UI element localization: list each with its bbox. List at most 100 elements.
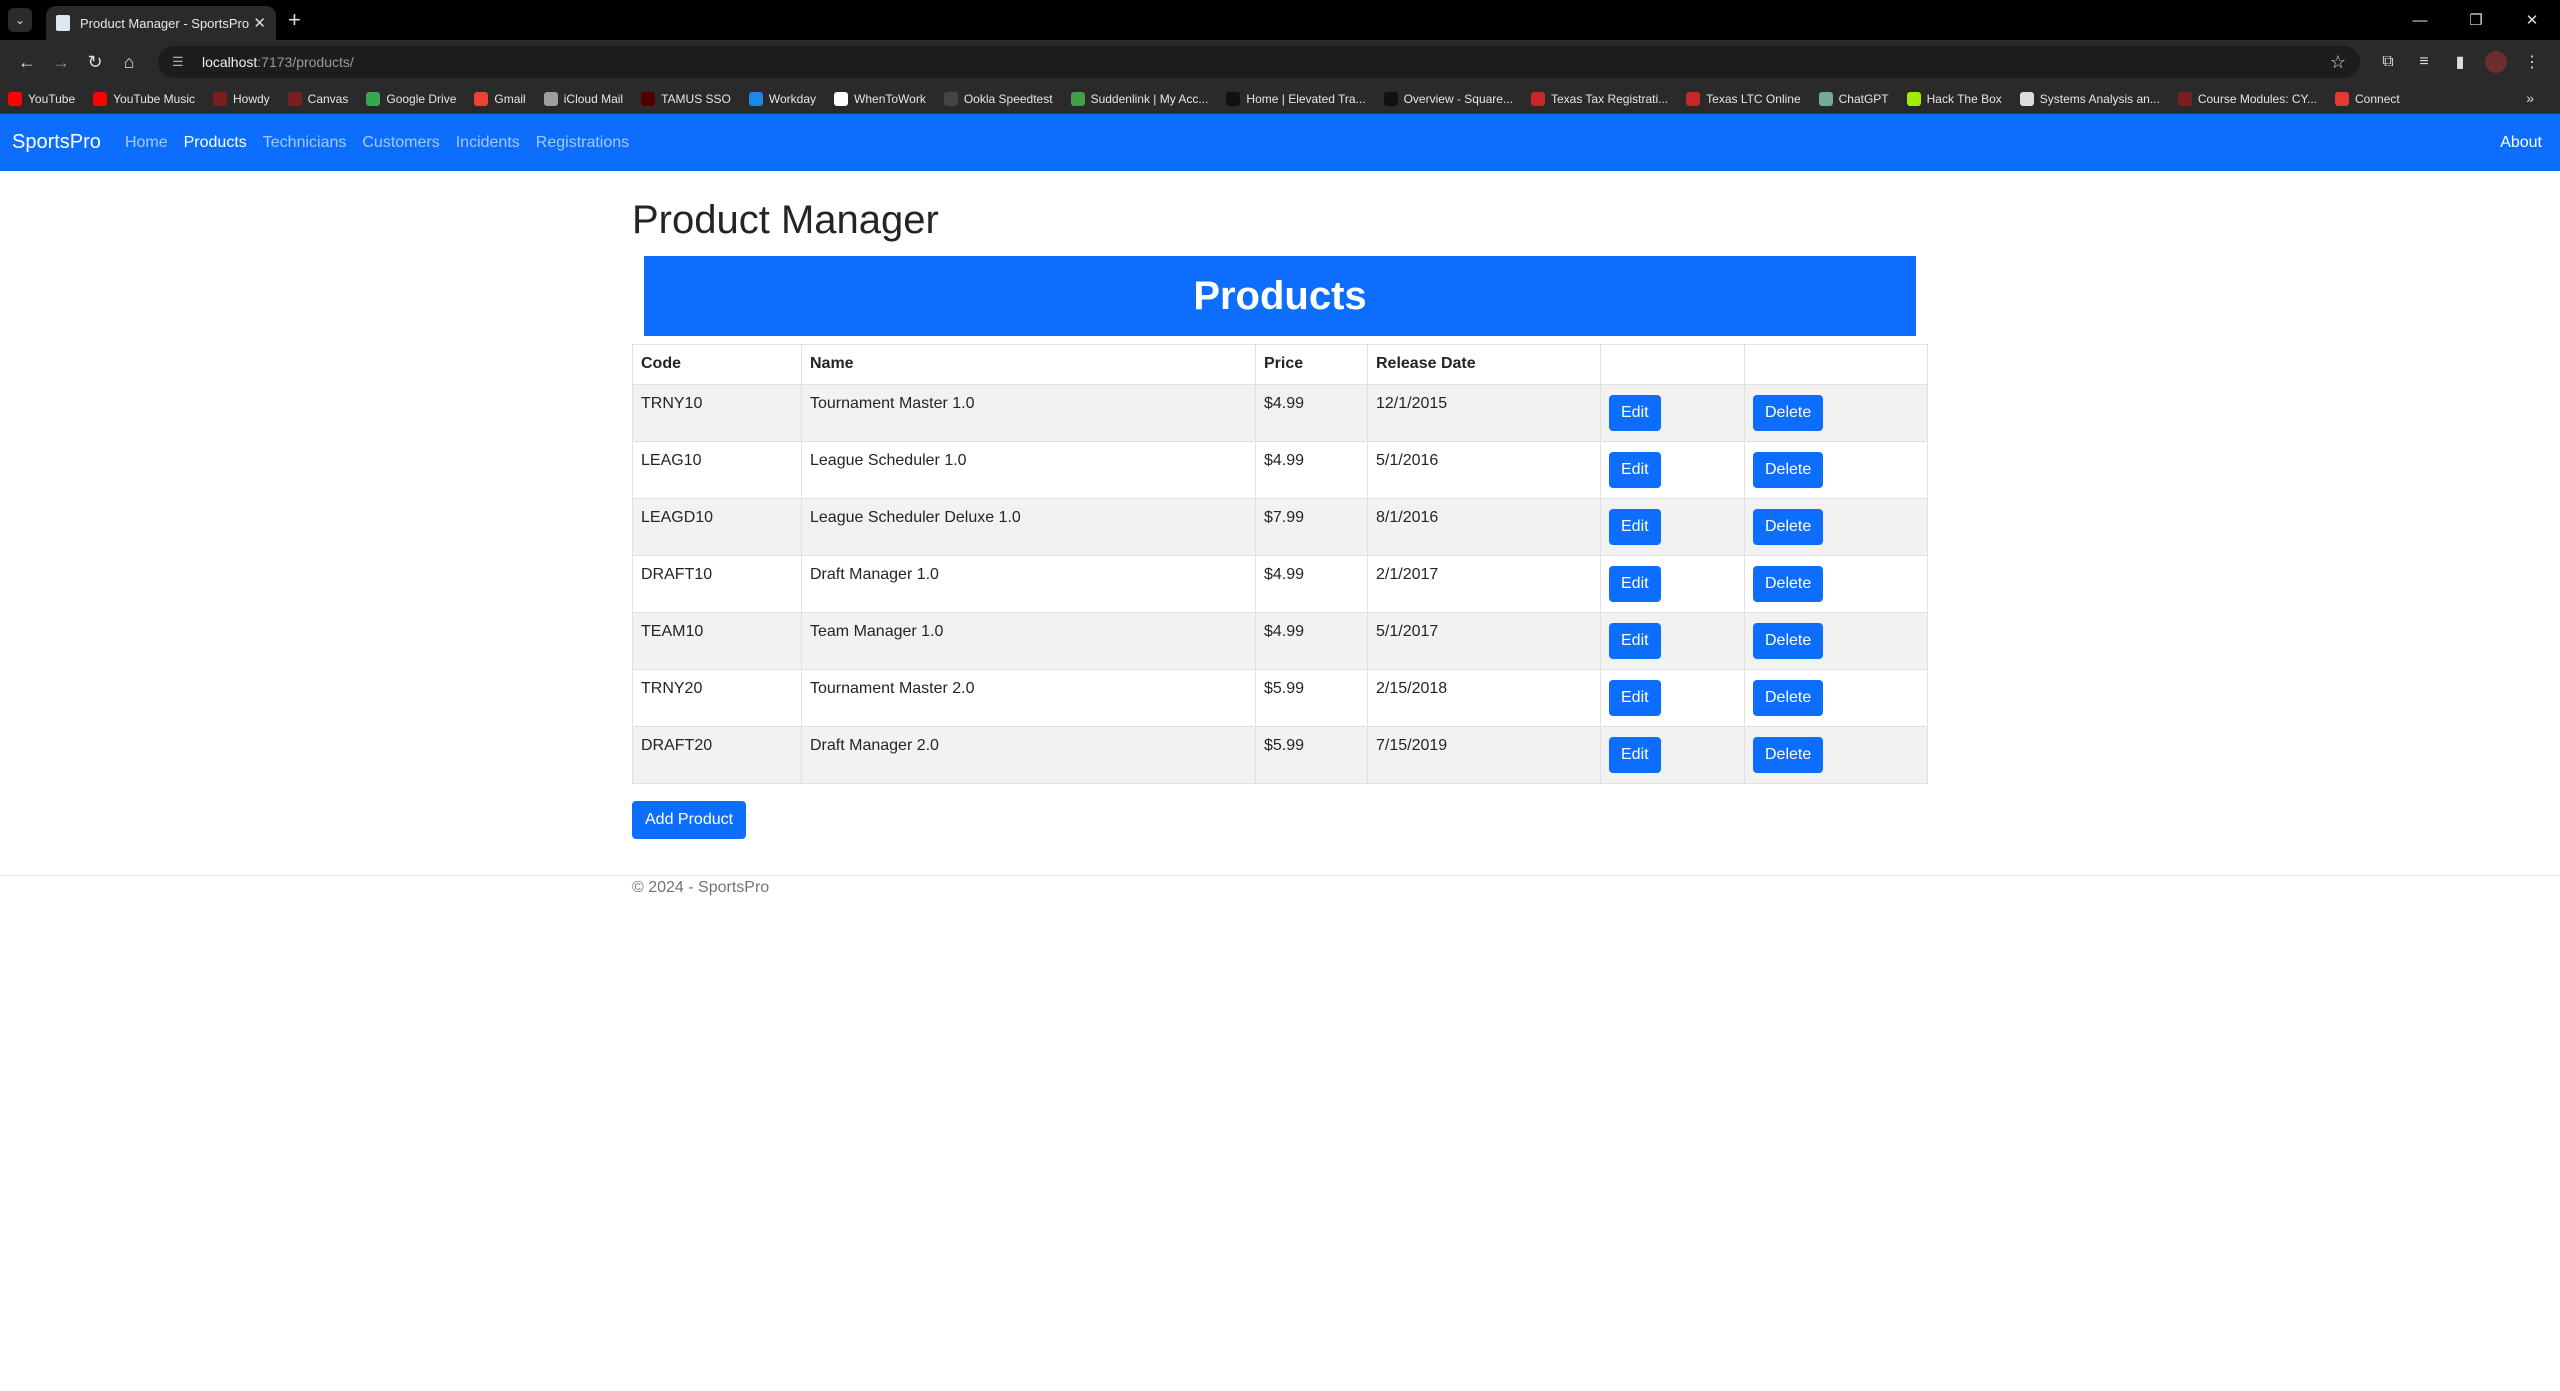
bookmark-item[interactable]: Hack The Box [1906,91,2002,106]
nav-link-customers[interactable]: Customers [362,134,439,152]
bookmark-favicon-icon [1530,91,1545,106]
nav-link-products[interactable]: Products [184,134,247,152]
bookmark-item[interactable]: Suddenlink | My Acc... [1070,91,1209,106]
bookmark-item[interactable]: YouTube [8,91,75,106]
forward-icon[interactable]: → [44,45,78,79]
edit-button[interactable]: Edit [1609,395,1661,431]
bookmark-item[interactable]: Canvas [287,91,348,106]
window-controls: — ❐ ✕ [2392,0,2560,40]
extensions-icon[interactable]: ⧉ [2370,45,2406,79]
bookmark-item[interactable]: Connect [2335,91,2400,106]
delete-button[interactable]: Delete [1753,452,1824,488]
bookmark-item[interactable]: Google Drive [366,91,457,106]
tab-search-icon[interactable]: ⌄ [8,8,32,32]
bookmark-item[interactable]: WhenToWork [834,91,926,106]
nav-link-home[interactable]: Home [125,134,168,152]
bookmark-item[interactable]: Course Modules: CY... [2177,91,2317,106]
cell-delete: Delete [1744,384,1928,442]
delete-button[interactable]: Delete [1753,680,1824,716]
footer-text: © 2024 - SportsPro [632,879,770,896]
edit-button[interactable]: Edit [1609,566,1661,602]
bookmark-favicon-icon [1818,91,1833,106]
nav-link-registrations[interactable]: Registrations [536,134,629,152]
cell-date: 12/1/2015 [1367,384,1601,442]
table-row: DRAFT10 Draft Manager 1.0 $4.99 2/1/2017 Edi… [632,555,1928,613]
home-icon[interactable]: ⌂ [112,45,146,79]
delete-button[interactable]: Delete [1753,566,1824,602]
bookmark-item[interactable]: Howdy [212,91,270,106]
bookmark-item[interactable]: Overview - Square... [1383,91,1513,106]
bookmark-item[interactable]: YouTube Music [93,91,195,106]
profile-avatar[interactable] [2485,51,2507,73]
side-panel-icon[interactable]: ▮ [2442,45,2478,79]
bookmark-label: Home | Elevated Tra... [1246,91,1366,106]
brand-link[interactable]: SportsPro [12,131,101,154]
bookmark-item[interactable]: ChatGPT [1818,91,1889,106]
address-bar[interactable]: ☰ localhost:7173/products/ ☆ [158,46,2360,78]
delete-button[interactable]: Delete [1753,623,1824,659]
bookmark-item[interactable]: iCloud Mail [543,91,623,106]
url-host: localhost [202,54,258,70]
back-icon[interactable]: ← [10,45,44,79]
delete-button[interactable]: Delete [1753,395,1824,431]
cell-edit: Edit [1600,555,1745,613]
minimize-icon[interactable]: — [2392,0,2448,40]
restore-icon[interactable]: ❐ [2448,0,2504,40]
edit-button[interactable]: Edit [1609,509,1661,545]
bookmark-item[interactable]: Gmail [474,91,526,106]
nav-link-incidents[interactable]: Incidents [456,134,520,152]
close-tab-icon[interactable]: ✕ [253,14,266,32]
bookmark-item[interactable]: Ookla Speedtest [943,91,1053,106]
add-product-button[interactable]: Add Product [632,801,747,839]
browser-toolbar: ← → ↻ ⌂ ☰ localhost:7173/products/ ☆ ⧉ ≡… [0,40,2560,84]
cell-name: League Scheduler 1.0 [801,441,1256,499]
cell-edit: Edit [1600,612,1745,670]
media-icon[interactable]: ≡ [2406,45,2442,79]
close-window-icon[interactable]: ✕ [2504,0,2560,40]
bookmark-label: Texas Tax Registrati... [1550,91,1669,106]
new-tab-icon[interactable]: + [288,7,301,33]
cell-name: Tournament Master 1.0 [801,384,1256,442]
edit-button[interactable]: Edit [1609,623,1661,659]
edit-button[interactable]: Edit [1609,737,1661,773]
browser-tab[interactable]: Product Manager - SportsPro ✕ [46,6,276,40]
edit-button[interactable]: Edit [1609,452,1661,488]
bookmark-label: YouTube Music [113,91,195,106]
cell-code: DRAFT20 [632,726,802,784]
table-row: LEAG10 League Scheduler 1.0 $4.99 5/1/2016 E… [632,441,1928,499]
browser-tab-strip: ⌄ Product Manager - SportsPro ✕ + — ❐ ✕ [0,0,2560,40]
products-table: Code Name Price Release Date TRNY10 Tourn… [632,344,1928,784]
bookmark-item[interactable]: Home | Elevated Tra... [1226,91,1366,106]
bookmark-item[interactable]: TAMUS SSO [641,91,731,106]
delete-button[interactable]: Delete [1753,737,1824,773]
bookmark-label: Google Drive [386,91,457,106]
bookmark-item[interactable]: Texas Tax Registrati... [1530,91,1669,106]
more-bookmarks-icon[interactable]: » [2526,90,2534,106]
bookmark-label: Systems Analysis an... [2039,91,2160,106]
bookmark-favicon-icon [1906,91,1921,106]
reload-icon[interactable]: ↻ [78,45,112,79]
menu-icon[interactable]: ⋮ [2514,45,2550,79]
column-header-release-date: Release Date [1367,344,1601,385]
nav-link-technicians[interactable]: Technicians [263,134,347,152]
bookmark-favicon-icon [1686,91,1701,106]
bookmark-favicon-icon [474,91,489,106]
footer-divider [0,875,2560,876]
site-info-icon[interactable]: ☰ [172,54,190,70]
bookmark-star-icon[interactable]: ☆ [2330,52,2346,73]
cell-date: 2/1/2017 [1367,555,1601,613]
cell-delete: Delete [1744,669,1928,727]
bookmark-label: Suddenlink | My Acc... [1090,91,1209,106]
table-row: DRAFT20 Draft Manager 2.0 $5.99 7/15/2019 Ed… [632,726,1928,784]
cell-name: Draft Manager 2.0 [801,726,1256,784]
cell-price: $4.99 [1255,555,1368,613]
delete-button[interactable]: Delete [1753,509,1824,545]
bookmark-item[interactable]: Systems Analysis an... [2019,91,2160,106]
table-row: TRNY20 Tournament Master 2.0 $5.99 2/15/201… [632,669,1928,727]
cell-price: $5.99 [1255,726,1368,784]
bookmark-item[interactable]: Workday [748,91,816,106]
bookmark-item[interactable]: Texas LTC Online [1686,91,1801,106]
edit-button[interactable]: Edit [1609,680,1661,716]
bookmark-label: Gmail [494,91,526,106]
nav-about-link[interactable]: About [2500,134,2542,152]
